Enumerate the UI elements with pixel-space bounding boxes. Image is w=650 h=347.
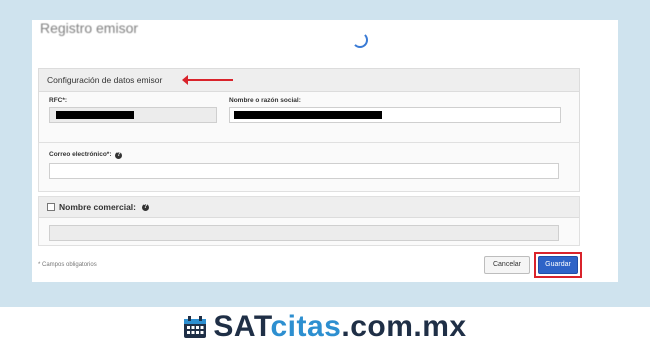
section-header: Configuración de datos emisor xyxy=(39,69,579,92)
calendar-icon xyxy=(183,315,207,339)
brand-logo-text: SATcitas.com.mx xyxy=(213,310,466,344)
brand-part-sat: SAT xyxy=(213,310,271,343)
commercial-name-input[interactable] xyxy=(49,225,559,241)
commercial-name-label: Nombre comercial: xyxy=(59,202,136,212)
help-icon[interactable]: ? xyxy=(142,203,149,211)
brand-footer: SATcitas.com.mx xyxy=(0,307,650,347)
email-input[interactable] xyxy=(49,163,559,179)
help-icon[interactable]: ? xyxy=(115,152,123,159)
email-label: Correo electrónico*: ? xyxy=(49,151,123,159)
loading-spinner-icon xyxy=(352,32,368,48)
commercial-name-panel: Nombre comercial: ? xyxy=(38,196,580,246)
redaction-bar xyxy=(234,111,382,119)
business-name-input[interactable] xyxy=(229,107,561,123)
commercial-name-header: Nombre comercial: ? xyxy=(39,197,579,218)
redaction-bar xyxy=(56,111,134,119)
brand-part-domain: .com.mx xyxy=(341,310,467,343)
annotation-arrow-icon xyxy=(182,75,233,85)
email-panel: Correo electrónico*: ? xyxy=(38,142,580,192)
name-label: Nombre o razón social: xyxy=(229,97,301,104)
brand-part-citas: citas xyxy=(270,310,342,343)
email-label-text: Correo electrónico*: xyxy=(49,151,112,158)
section-title: Configuración de datos emisor xyxy=(47,75,163,85)
rfc-label: RFC*: xyxy=(49,97,68,104)
screenshot-frame: Registro emisor Configuración de datos e… xyxy=(0,0,650,307)
app-window: Registro emisor Configuración de datos e… xyxy=(32,20,618,282)
required-fields-note: * Campos obligatorios xyxy=(38,262,97,268)
page-title: Registro emisor xyxy=(40,20,139,36)
cancel-button[interactable]: Cancelar xyxy=(484,256,530,274)
emisor-config-panel: Configuración de datos emisor RFC*: Nomb… xyxy=(38,68,580,146)
save-button[interactable]: Guardar xyxy=(538,256,578,274)
commercial-name-checkbox[interactable] xyxy=(47,203,55,211)
rfc-input[interactable] xyxy=(49,107,217,123)
